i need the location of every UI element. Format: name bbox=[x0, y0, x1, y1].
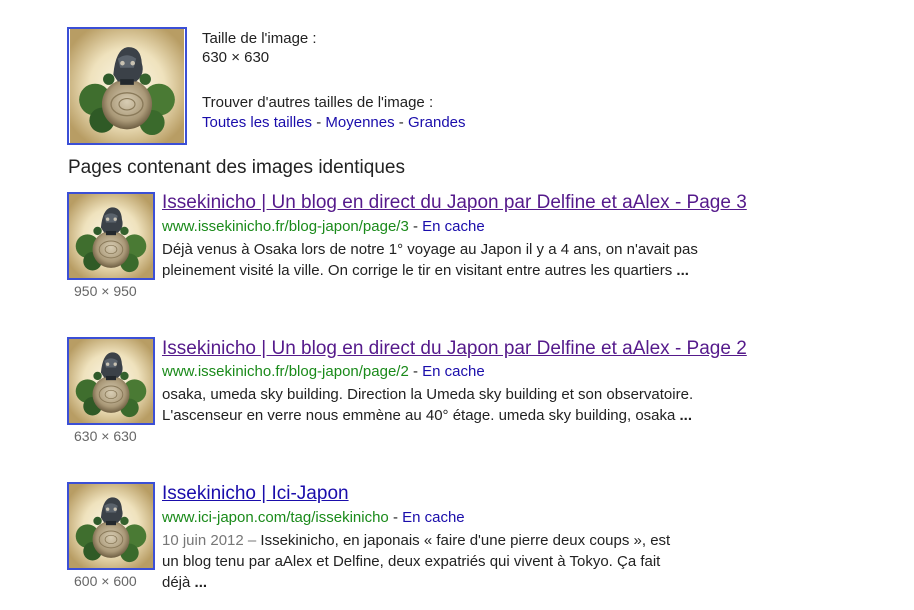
result-url-line: www.ici-japon.com/tag/issekinicho - En c… bbox=[162, 509, 465, 526]
result-title-link[interactable]: Issekinicho | Ici-Japon bbox=[162, 483, 349, 505]
result-snippet: 10 juin 2012 – Issekinicho, en japonais … bbox=[162, 530, 782, 593]
planet-photo-icon bbox=[69, 339, 153, 423]
section-title: Pages contenant des images identiques bbox=[68, 157, 405, 178]
result-url: www.issekinicho.fr/blog-japon/page/3 bbox=[162, 218, 409, 235]
cache-link[interactable]: En cache bbox=[422, 363, 485, 380]
url-separator: - bbox=[412, 363, 418, 380]
url-separator: - bbox=[412, 218, 418, 235]
result-thumbnail[interactable] bbox=[67, 482, 155, 570]
planet-photo-icon bbox=[69, 29, 185, 143]
result-image-size: 630 × 630 bbox=[74, 428, 137, 444]
planet-photo-icon bbox=[69, 484, 153, 568]
result-title-link[interactable]: Issekinicho | Un blog en direct du Japon… bbox=[162, 338, 747, 360]
snippet-line: L'ascenseur en verre nous emmène au 40° … bbox=[162, 407, 693, 424]
size-links: Toutes les tailles - Moyennes - Grandes bbox=[202, 114, 466, 131]
large-sizes-link[interactable]: Grandes bbox=[408, 114, 466, 131]
ellipsis: ... bbox=[194, 574, 208, 591]
ellipsis: ... bbox=[676, 262, 689, 279]
all-sizes-link[interactable]: Toutes les tailles bbox=[202, 114, 312, 131]
image-size-heading: Taille de l'image : bbox=[202, 30, 317, 47]
result-url: www.issekinicho.fr/blog-japon/page/2 bbox=[162, 363, 409, 380]
result-url-line: www.issekinicho.fr/blog-japon/page/2 - E… bbox=[162, 363, 485, 380]
image-size-value: 630 × 630 bbox=[202, 49, 270, 66]
snippet-line: osaka, umeda sky building. Direction la … bbox=[162, 386, 694, 403]
main-image-thumbnail[interactable] bbox=[67, 27, 187, 145]
result-url-line: www.issekinicho.fr/blog-japon/page/3 - E… bbox=[162, 218, 485, 235]
other-sizes-heading: Trouver d'autres tailles de l'image : bbox=[202, 94, 434, 111]
url-separator: - bbox=[392, 509, 398, 526]
result-snippet: Déjà venus à Osaka lors de notre 1° voya… bbox=[162, 239, 812, 281]
result-thumbnail[interactable] bbox=[67, 192, 155, 280]
snippet-line: 10 juin 2012 – Issekinicho, en japonais … bbox=[162, 532, 671, 549]
result-date: 10 juin 2012 – bbox=[162, 532, 257, 549]
result-image-size: 950 × 950 bbox=[74, 283, 137, 299]
snippet-line: déjà ... bbox=[162, 574, 208, 591]
link-separator: - bbox=[316, 114, 322, 131]
medium-sizes-link[interactable]: Moyennes bbox=[325, 114, 394, 131]
snippet-line: Déjà venus à Osaka lors de notre 1° voya… bbox=[162, 241, 698, 258]
cache-link[interactable]: En cache bbox=[422, 218, 485, 235]
ellipsis: ... bbox=[679, 407, 693, 424]
result-image-size: 600 × 600 bbox=[74, 573, 137, 589]
cache-link[interactable]: En cache bbox=[402, 509, 465, 526]
snippet-line: un blog tenu par aAlex et Delfine, deux … bbox=[162, 553, 661, 570]
result-url: www.ici-japon.com/tag/issekinicho bbox=[162, 509, 389, 526]
snippet-line: pleinement visité la ville. On corrige l… bbox=[162, 262, 689, 279]
planet-photo-icon bbox=[69, 194, 153, 278]
result-thumbnail[interactable] bbox=[67, 337, 155, 425]
result-snippet: osaka, umeda sky building. Direction la … bbox=[162, 384, 812, 426]
link-separator: - bbox=[398, 114, 404, 131]
result-title-link[interactable]: Issekinicho | Un blog en direct du Japon… bbox=[162, 192, 747, 214]
